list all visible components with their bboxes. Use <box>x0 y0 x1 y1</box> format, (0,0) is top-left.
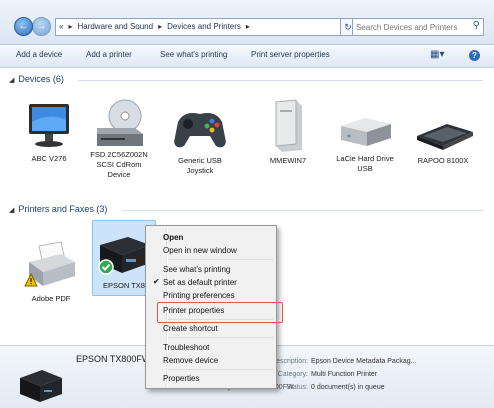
monitor-icon <box>19 102 79 152</box>
breadcrumb-devices-and-printers[interactable]: Devices and Printers <box>164 19 244 35</box>
collapse-triangle-icon[interactable]: ◢ <box>9 77 14 84</box>
search-box[interactable]: ⚲ <box>352 18 484 36</box>
breadcrumb-overflow[interactable]: « <box>56 19 66 35</box>
menu-separator <box>168 337 273 338</box>
add-printer-button[interactable]: Add a printer <box>86 50 132 59</box>
menu-item-set-default-printer[interactable]: Set as default printer <box>163 278 237 287</box>
menu-separator <box>168 369 273 370</box>
device-label: LaCie Hard Drive USB <box>336 154 394 173</box>
device-label: MMEWIN7 <box>269 156 307 165</box>
menu-item-open-new-window[interactable]: Open in new window <box>163 246 237 255</box>
computer-tower-icon <box>258 98 318 154</box>
external-drive-icon <box>335 110 395 152</box>
view-options-icon[interactable]: ▦▾ <box>430 49 444 60</box>
device-keyboard[interactable]: RAPOO 8100X <box>408 118 478 166</box>
menu-item-remove-device[interactable]: Remove device <box>163 356 218 365</box>
device-monitor[interactable]: ABC V276 <box>14 102 84 164</box>
add-device-button[interactable]: Add a device <box>16 50 62 59</box>
printer-label: Adobe PDF <box>31 294 71 303</box>
search-icon[interactable]: ⚲ <box>473 20 480 31</box>
menu-item-see-whats-printing[interactable]: See what's printing <box>163 265 230 274</box>
menu-item-open[interactable]: Open <box>163 233 183 242</box>
device-computer[interactable]: MMEWIN7 <box>253 98 323 166</box>
property-value: Multi Function Printer <box>311 371 378 378</box>
device-joystick[interactable]: Generic USB Joystick <box>165 104 235 176</box>
property-value: 0 document(s) in queue <box>311 384 385 391</box>
checkmark-icon: ✔ <box>153 277 160 286</box>
devices-and-printers-window: ← → «▸ Hardware and Sound ▸ Devices and Pri… <box>0 0 494 408</box>
breadcrumb-separator-icon: ▸ <box>68 22 73 31</box>
menu-item-create-shortcut[interactable]: Create shortcut <box>163 324 218 333</box>
group-divider <box>78 80 483 81</box>
details-device-name: EPSON TX800FW <box>76 354 151 364</box>
details-description: Description: Epson Device Metadata Packag… <box>256 358 416 365</box>
breadcrumb[interactable]: «▸ Hardware and Sound ▸ Devices and Printer… <box>55 18 342 36</box>
gamepad-icon <box>170 104 230 154</box>
device-label: Generic USB Joystick <box>178 156 222 175</box>
devices-group-title: Devices (6) <box>18 74 64 84</box>
printer-adobe-pdf[interactable]: Adobe PDF <box>16 240 86 304</box>
print-server-properties-button[interactable]: Print server properties <box>251 50 330 59</box>
menu-separator <box>168 259 273 260</box>
device-external-drive[interactable]: LaCie Hard Drive USB <box>330 110 400 174</box>
breadcrumb-separator-icon: ▸ <box>245 22 250 31</box>
menu-item-printing-preferences[interactable]: Printing preferences <box>163 291 235 300</box>
property-value: Epson Device Metadata Packag... <box>311 358 417 365</box>
highlight-box <box>157 302 283 323</box>
menu-item-troubleshoot[interactable]: Troubleshoot <box>163 343 209 352</box>
device-label: RAPOO 8100X <box>417 156 469 165</box>
back-arrow-icon[interactable]: ← <box>14 17 33 36</box>
printers-group-header[interactable]: ◢ Printers and Faxes (3) <box>9 204 107 214</box>
device-label: FSD 2C56Z002N SCSI CdRom Device <box>90 150 148 179</box>
device-cdrom[interactable]: FSD 2C56Z002N SCSI CdRom Device <box>84 98 154 180</box>
help-icon[interactable]: ? <box>469 50 480 61</box>
menu-item-properties[interactable]: Properties <box>163 374 199 383</box>
devices-group-header[interactable]: ◢ Devices (6) <box>9 74 64 84</box>
group-divider <box>122 210 483 211</box>
breadcrumb-separator-icon: ▸ <box>158 22 163 31</box>
details-printer-icon <box>20 370 62 402</box>
printers-group-title: Printers and Faxes (3) <box>18 204 108 214</box>
breadcrumb-hardware-and-sound[interactable]: Hardware and Sound <box>74 19 156 35</box>
search-input[interactable] <box>353 19 469 35</box>
forward-arrow-icon[interactable]: → <box>32 17 51 36</box>
printer-icon <box>21 240 81 292</box>
address-bar: ← → «▸ Hardware and Sound ▸ Devices and Pri… <box>0 0 494 45</box>
see-whats-printing-button[interactable]: See what's printing <box>160 50 227 59</box>
cdrom-drive-icon <box>89 98 149 148</box>
device-label: ABC V276 <box>31 154 67 163</box>
keyboard-icon <box>413 118 473 154</box>
collapse-triangle-icon[interactable]: ◢ <box>9 207 14 214</box>
command-bar: Add a device Add a printer See what's pr… <box>0 45 494 68</box>
